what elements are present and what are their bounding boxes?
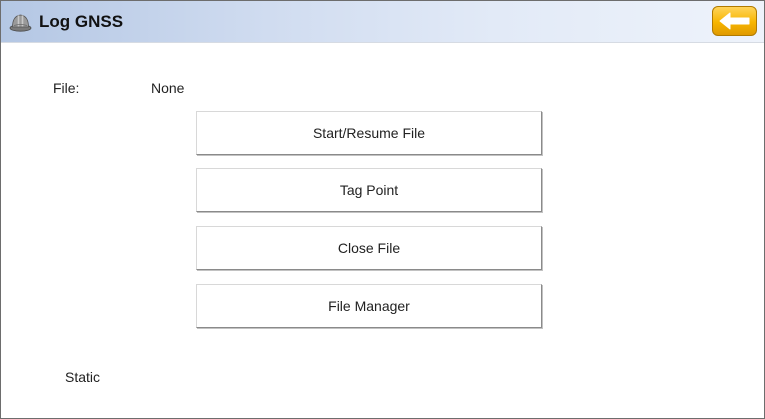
start-resume-file-button[interactable]: Start/Resume File xyxy=(196,111,542,155)
log-gnss-window: Log GNSS File: None Start/Resume File Ta… xyxy=(0,0,765,419)
title-bar: Log GNSS xyxy=(1,1,764,43)
file-value: None xyxy=(151,80,185,96)
file-manager-button[interactable]: File Manager xyxy=(196,284,542,328)
logging-mode-label: Static xyxy=(65,369,101,385)
back-button[interactable] xyxy=(712,6,757,36)
page-title: Log GNSS xyxy=(39,12,124,31)
hard-hat-icon xyxy=(9,10,32,33)
tag-point-button[interactable]: Tag Point xyxy=(196,168,542,212)
close-file-button[interactable]: Close File xyxy=(196,226,542,270)
file-label: File: xyxy=(53,80,80,96)
